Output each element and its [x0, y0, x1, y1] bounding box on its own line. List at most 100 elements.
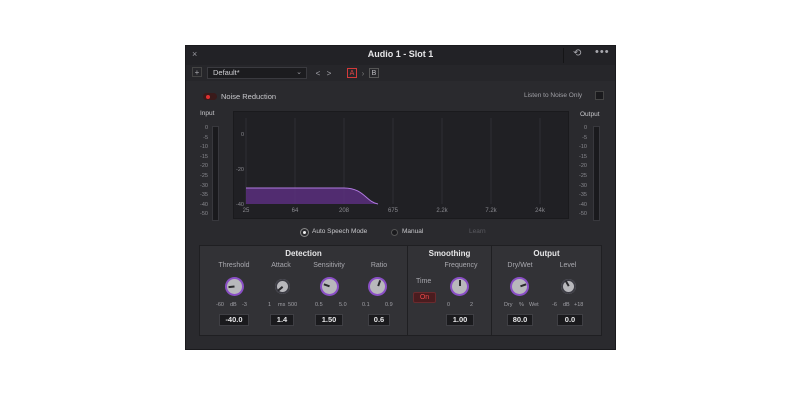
ratio-max: 0.9: [385, 302, 393, 308]
drywet-knob[interactable]: [512, 279, 527, 294]
level-max: +18: [574, 302, 584, 308]
threshold-label: Threshold: [218, 262, 250, 269]
meter-scale-tick: -50: [579, 211, 587, 218]
output-label: Output: [580, 111, 600, 118]
noise-reduction-toggle[interactable]: [203, 93, 217, 100]
frequency-min: 0: [447, 302, 451, 308]
drywet-label: Dry/Wet: [507, 262, 533, 269]
graph-x-tick: 7.2k: [485, 208, 497, 214]
power-dot-icon: [206, 94, 210, 99]
time-on-button[interactable]: On: [413, 292, 436, 303]
noise-profile-area: [246, 188, 378, 204]
input-label: Input: [200, 110, 215, 117]
meter-scale-tick: -25: [200, 173, 208, 179]
level-value[interactable]: 0.0: [557, 314, 583, 326]
level-unit: dB: [563, 302, 570, 308]
drywet-unit: %: [519, 302, 524, 308]
output-title: Output: [533, 249, 560, 258]
compare-a-button[interactable]: A: [347, 68, 357, 78]
level-knob[interactable]: [561, 279, 576, 294]
next-preset-button[interactable]: >: [325, 68, 333, 79]
attack-label: Attack: [271, 262, 291, 269]
meter-scale-tick: -5: [203, 134, 208, 141]
graph-y-tick: 0: [241, 132, 244, 138]
meter-scale-tick: 0: [204, 125, 208, 131]
graph-x-tick: 2.2k: [436, 208, 448, 214]
ratio-knob[interactable]: [370, 279, 385, 294]
ratio-min: 0.1: [362, 302, 370, 308]
detection-title: Detection: [285, 249, 322, 258]
preset-name: Default*: [213, 68, 240, 77]
add-preset-button[interactable]: +: [192, 67, 202, 77]
sensitivity-max: 5.0: [339, 302, 347, 308]
divider: [563, 48, 564, 63]
reset-icon[interactable]: ⟲: [573, 48, 581, 59]
manual-mode-label: Manual: [402, 228, 424, 235]
meter-scale-tick: 0: [583, 125, 587, 131]
output-meter: [593, 126, 600, 221]
meter-scale-tick: -10: [200, 144, 208, 151]
threshold-value[interactable]: -40.0: [219, 314, 249, 326]
window-title: Audio 1 - Slot 1: [367, 49, 434, 59]
sensitivity-min: 0.5: [315, 302, 323, 308]
ratio-label: Ratio: [370, 262, 388, 269]
attack-value[interactable]: 1.4: [270, 314, 294, 326]
meter-scale-tick: -10: [579, 144, 587, 151]
attack-unit: ms: [278, 302, 286, 308]
threshold-min: -60: [216, 302, 224, 308]
frequency-value[interactable]: 1.00: [446, 314, 474, 326]
graph-y-tick: -20: [236, 167, 244, 173]
graph-x-tick: 64: [292, 208, 299, 214]
copy-arrow-icon[interactable]: ›: [359, 68, 367, 79]
manual-mode-radio[interactable]: [391, 229, 398, 236]
sensitivity-label: Sensitivity: [313, 262, 345, 269]
meter-scale-tick: -25: [579, 173, 587, 179]
meter-scale-tick: -35: [200, 192, 208, 199]
more-options-icon[interactable]: •••: [595, 46, 610, 58]
threshold-max: -3: [242, 302, 247, 308]
smoothing-title: Smoothing: [428, 249, 471, 258]
plugin-window: × Audio 1 - Slot 1 ⟲ ••• + Default* ⌄ < …: [185, 45, 616, 350]
frequency-knob[interactable]: [452, 279, 467, 294]
meter-scale-tick: -40: [200, 201, 208, 208]
graph-x-tick: 25: [243, 208, 250, 214]
graph-y-tick: -40: [236, 202, 244, 208]
listen-noise-label: Listen to Noise Only: [524, 92, 583, 99]
graph-canvas: 25 64 208 675 2.2k 7.2k 24k 0 -20 -40: [236, 118, 546, 214]
meter-scale-tick: -50: [200, 211, 208, 218]
preset-dropdown[interactable]: Default* ⌄: [207, 67, 307, 79]
meter-scale-tick: -30: [200, 182, 208, 189]
threshold-unit: dB: [230, 302, 237, 308]
drywet-min: Dry: [504, 302, 513, 308]
threshold-knob[interactable]: [227, 279, 242, 294]
time-label: Time: [416, 278, 432, 285]
listen-noise-checkbox[interactable]: [595, 91, 604, 100]
noise-profile-graph: 25 64 208 675 2.2k 7.2k 24k 0 -20 -40: [233, 111, 569, 219]
meter-scale-tick: -15: [579, 153, 587, 160]
meter-scale-tick: -30: [579, 182, 587, 189]
attack-max: 500: [288, 302, 298, 308]
previous-preset-button[interactable]: <: [314, 68, 322, 79]
sensitivity-value[interactable]: 1.50: [315, 314, 343, 326]
compare-b-button[interactable]: B: [369, 68, 379, 78]
input-meter: [212, 126, 219, 221]
ratio-value[interactable]: 0.6: [368, 314, 390, 326]
meter-scale-tick: -20: [200, 163, 208, 170]
level-label: Level: [559, 262, 577, 269]
learn-button[interactable]: Learn: [469, 228, 486, 235]
auto-speech-mode-label: Auto Speech Mode: [312, 228, 368, 235]
graph-x-tick: 675: [388, 208, 399, 214]
attack-min: 1: [268, 302, 272, 308]
preset-toolbar: + Default* ⌄ < > A › B: [186, 65, 615, 81]
meter-scale-tick: -35: [579, 192, 587, 199]
noise-reduction-label: Noise Reduction: [221, 92, 277, 101]
frequency-label: Frequency: [444, 262, 478, 269]
drywet-value[interactable]: 80.0: [507, 314, 533, 326]
drywet-max: Wet: [529, 302, 539, 308]
attack-knob[interactable]: [275, 279, 290, 294]
level-min: -6: [552, 302, 557, 308]
graph-x-tick: 24k: [535, 208, 546, 214]
meter-scale-tick: -15: [200, 153, 208, 160]
sensitivity-knob[interactable]: [322, 279, 337, 294]
auto-speech-mode-radio[interactable]: [301, 229, 308, 236]
